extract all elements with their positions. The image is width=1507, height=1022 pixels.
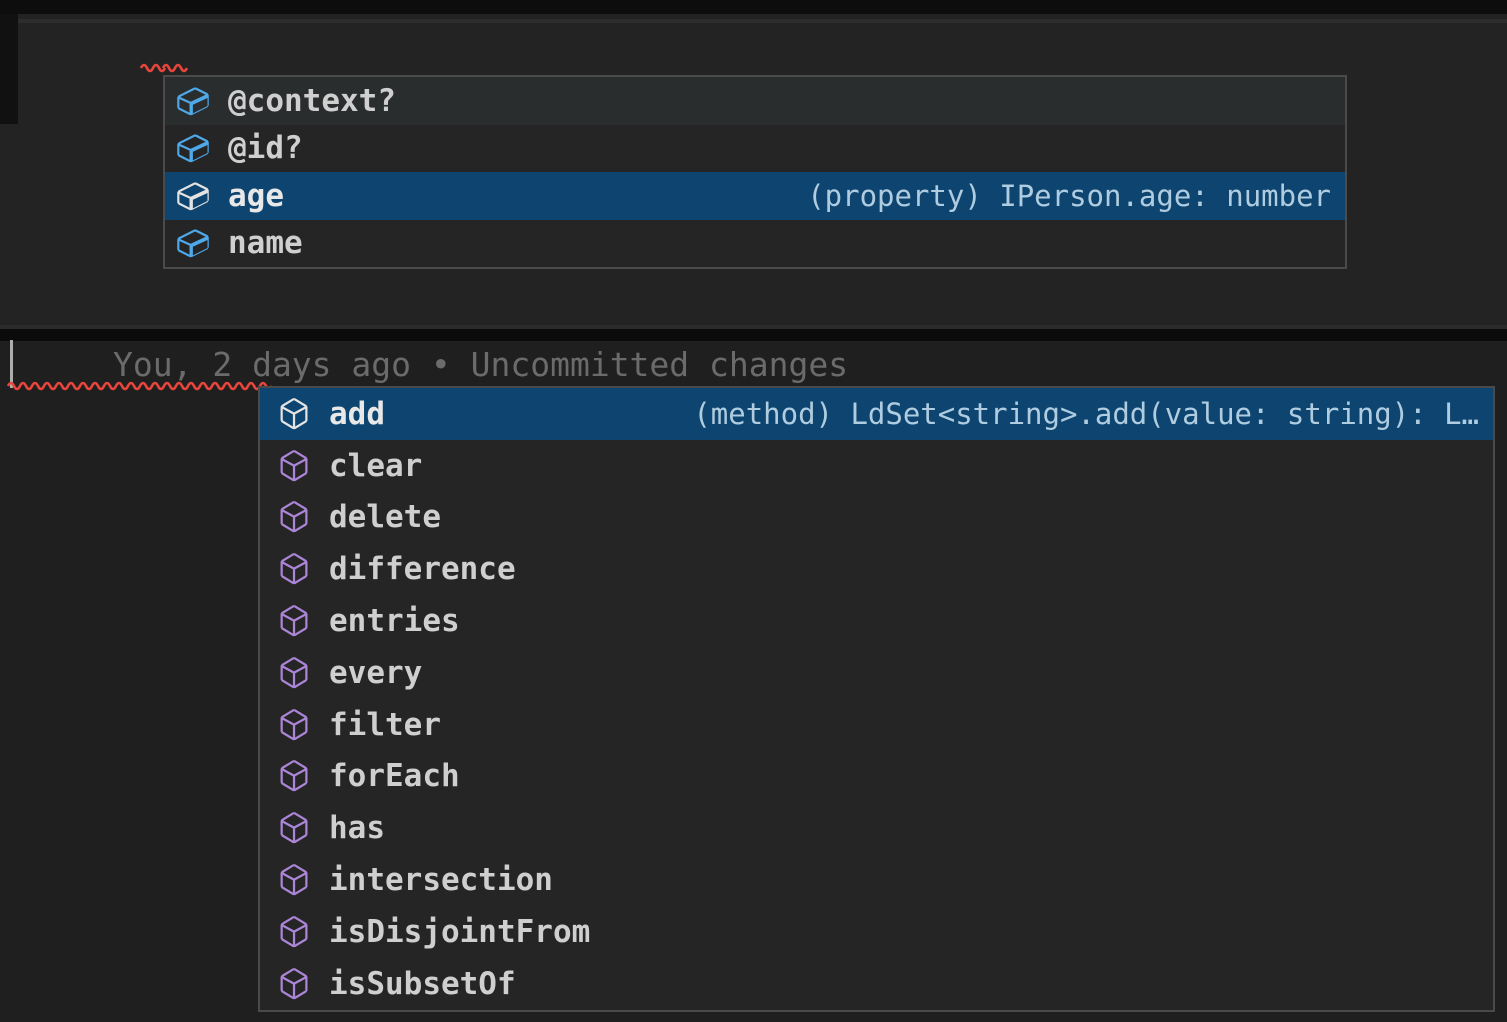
error-squiggle — [8, 379, 246, 389]
suggestion-item[interactable]: isSubsetOf — [260, 958, 1493, 1010]
suggestion-item[interactable]: has — [260, 802, 1493, 854]
symbol-method-icon — [276, 448, 312, 484]
suggestion-item[interactable]: clear — [260, 440, 1493, 492]
suggestion-item[interactable]: filter — [260, 699, 1493, 751]
suggestion-item[interactable]: intersection — [260, 854, 1493, 906]
left-edge — [0, 14, 18, 124]
suggestion-label: forEach — [329, 758, 460, 794]
error-squiggle — [141, 61, 161, 71]
suggestion-item[interactable]: forEach — [260, 751, 1493, 803]
suggestion-item[interactable]: delete — [260, 492, 1493, 544]
suggestion-label: isSubsetOf — [329, 966, 516, 1002]
code-editor: @context? @id? age — [0, 0, 1507, 1022]
symbol-method-icon — [276, 551, 312, 587]
window-top-edge — [0, 0, 1507, 14]
suggestion-item[interactable]: @context? — [165, 77, 1345, 125]
symbol-method-icon — [276, 966, 312, 1002]
symbol-field-icon — [175, 83, 211, 119]
suggestion-label: clear — [329, 448, 422, 484]
symbol-method-icon — [276, 655, 312, 691]
suggestion-label: every — [329, 655, 422, 691]
symbol-method-icon — [276, 810, 312, 846]
suggestion-label: intersection — [329, 862, 553, 898]
suggestion-label: isDisjointFrom — [329, 914, 590, 950]
error-squiggle — [163, 61, 183, 71]
suggestion-item[interactable]: difference — [260, 543, 1493, 595]
suggestion-item[interactable]: @id? — [165, 125, 1345, 173]
symbol-field-icon — [175, 225, 211, 261]
symbol-method-icon — [276, 603, 312, 639]
suggestion-label: age — [228, 178, 284, 214]
suggestion-label: entries — [329, 603, 460, 639]
symbol-field-icon — [175, 178, 211, 214]
suggest-widget-top: @context? @id? age — [163, 75, 1347, 269]
symbol-field-icon — [175, 130, 211, 166]
suggestion-label: @context? — [228, 83, 396, 119]
suggestion-item[interactable]: add (method) LdSet<string>.add(value: st… — [260, 388, 1493, 440]
suggestion-label: delete — [329, 499, 441, 535]
suggestion-detail: (property) IPerson.age: number — [807, 179, 1331, 213]
suggestion-detail: (method) LdSet<string>.add(value: string… — [693, 397, 1479, 431]
suggestion-item[interactable]: entries — [260, 595, 1493, 647]
symbol-method-icon — [276, 914, 312, 950]
suggestion-item[interactable]: name — [165, 220, 1345, 268]
top-seam-line — [0, 19, 1507, 23]
symbol-method-icon — [276, 499, 312, 535]
suggestion-label: difference — [329, 551, 516, 587]
suggestion-label: filter — [329, 707, 441, 743]
suggestion-label: add — [329, 396, 385, 432]
symbol-method-icon — [276, 758, 312, 794]
suggestion-item[interactable]: every — [260, 647, 1493, 699]
suggestion-label: @id? — [228, 130, 303, 166]
suggestion-item[interactable]: isDisjointFrom — [260, 906, 1493, 958]
suggestion-label: has — [329, 810, 385, 846]
git-blame-annotation: You, 2 days ago • Uncommitted changes — [113, 345, 848, 384]
suggest-widget-bottom: add (method) LdSet<string>.add(value: st… — [258, 386, 1495, 1012]
suggestion-item[interactable]: age (property) IPerson.age: number — [165, 172, 1345, 220]
symbol-method-icon — [276, 862, 312, 898]
symbol-method-icon — [276, 707, 312, 743]
symbol-method-icon — [276, 396, 312, 432]
suggestion-label: name — [228, 225, 303, 261]
